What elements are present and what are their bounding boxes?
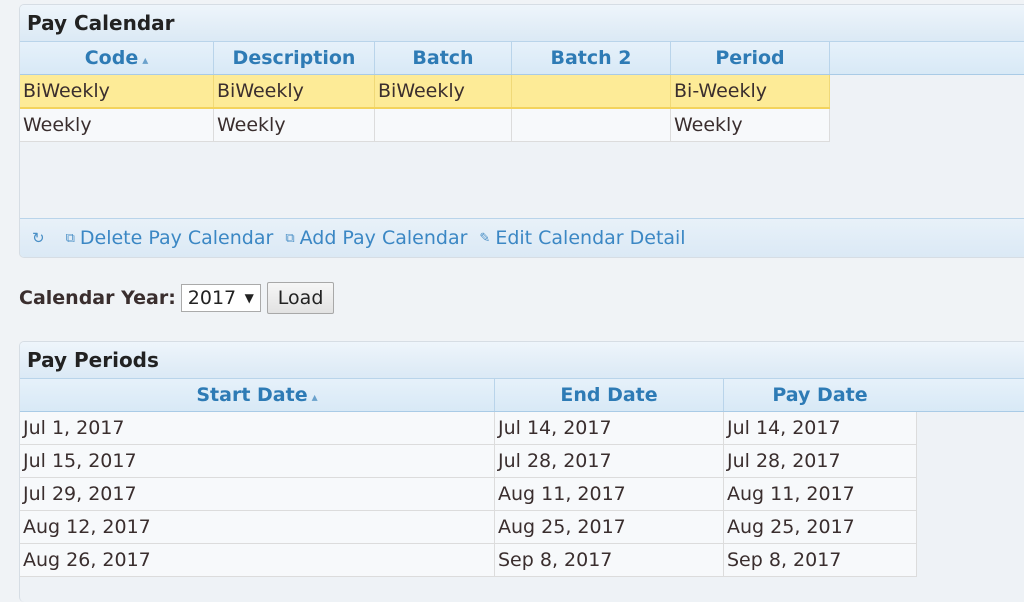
load-button[interactable]: Load xyxy=(266,282,335,314)
table-row[interactable]: Jul 1, 2017 Jul 14, 2017 Jul 14, 2017 xyxy=(20,411,917,445)
cell-end-date: Aug 25, 2017 xyxy=(494,510,724,544)
cell-description: Weekly xyxy=(213,108,375,142)
cell-start-date: Jul 15, 2017 xyxy=(20,444,495,478)
pay-calendar-panel: Pay Calendar Code ▴︎ Description Batch Ba… xyxy=(19,4,1024,258)
cell-period: Weekly xyxy=(670,108,830,142)
column-header-description[interactable]: Description xyxy=(213,42,375,75)
column-header-end-date[interactable]: End Date xyxy=(494,379,724,412)
cell-pay-date: Sep 8, 2017 xyxy=(723,543,917,577)
pay-periods-table: Start Date ▴︎ End Date Pay Date Jul 1, 20… xyxy=(20,379,917,577)
calendar-year-row: Calendar Year: 2017 ▼ Load xyxy=(19,282,335,314)
table-row[interactable]: Weekly Weekly Weekly xyxy=(20,108,830,142)
column-header-start-date[interactable]: Start Date ▴︎ xyxy=(20,379,495,412)
sort-icon[interactable]: ▴︎ xyxy=(142,53,148,67)
sort-icon[interactable]: ▴︎ xyxy=(312,390,318,404)
pencil-icon: ✎ xyxy=(479,230,491,246)
cell-pay-date: Aug 11, 2017 xyxy=(723,477,917,511)
cell-start-date: Aug 12, 2017 xyxy=(20,510,495,544)
cell-period: Bi-Weekly xyxy=(670,74,830,109)
delete-pay-calendar-button[interactable]: ⧉ Delete Pay Calendar xyxy=(66,227,274,249)
pay-calendar-table: Code ▴︎ Description Batch Batch 2 Period … xyxy=(20,42,830,142)
cell-pay-date: Jul 14, 2017 xyxy=(723,411,917,445)
column-header-period[interactable]: Period xyxy=(670,42,830,75)
pay-calendar-title: Pay Calendar xyxy=(20,5,1024,42)
header-filler xyxy=(916,379,1024,412)
cell-end-date: Sep 8, 2017 xyxy=(494,543,724,577)
cell-pay-date: Jul 28, 2017 xyxy=(723,444,917,478)
cell-batch xyxy=(374,108,512,142)
column-header-batch[interactable]: Batch xyxy=(374,42,512,75)
cell-end-date: Jul 28, 2017 xyxy=(494,444,724,478)
delete-pay-calendar-label: Delete Pay Calendar xyxy=(79,227,274,249)
edit-calendar-detail-label: Edit Calendar Detail xyxy=(495,227,686,249)
table-row[interactable]: Jul 15, 2017 Jul 28, 2017 Jul 28, 2017 xyxy=(20,444,917,478)
cell-batch: BiWeekly xyxy=(374,74,512,109)
pay-periods-panel: Pay Periods Start Date ▴︎ End Date Pay Da… xyxy=(19,341,1024,602)
cell-end-date: Jul 14, 2017 xyxy=(494,411,724,445)
calendar-year-select[interactable]: 2017 ▼ xyxy=(180,284,261,312)
table-row[interactable]: Aug 12, 2017 Aug 25, 2017 Aug 25, 2017 xyxy=(20,510,917,544)
column-header-batch-2[interactable]: Batch 2 xyxy=(511,42,671,75)
cell-start-date: Aug 26, 2017 xyxy=(20,543,495,577)
cell-batch-2 xyxy=(511,74,671,109)
cell-code: Weekly xyxy=(20,108,214,142)
pay-periods-title: Pay Periods xyxy=(20,342,1024,379)
add-pay-calendar-label: Add Pay Calendar xyxy=(299,227,468,249)
refresh-button[interactable]: ↻ xyxy=(32,229,50,247)
new-window-icon: ⧉ xyxy=(285,230,295,246)
edit-calendar-detail-button[interactable]: ✎ Edit Calendar Detail xyxy=(479,227,685,249)
pay-calendar-toolbar: ↻ ⧉ Delete Pay Calendar ⧉ Add Pay Calend… xyxy=(20,218,1024,257)
calendar-year-value: 2017 xyxy=(187,287,237,309)
column-header-code[interactable]: Code ▴︎ xyxy=(20,42,214,75)
table-row[interactable]: Aug 26, 2017 Sep 8, 2017 Sep 8, 2017 xyxy=(20,543,917,577)
add-pay-calendar-button[interactable]: ⧉ Add Pay Calendar xyxy=(285,227,467,249)
table-row[interactable]: Jul 29, 2017 Aug 11, 2017 Aug 11, 2017 xyxy=(20,477,917,511)
cell-pay-date: Aug 25, 2017 xyxy=(723,510,917,544)
table-row[interactable]: BiWeekly BiWeekly BiWeekly Bi-Weekly xyxy=(20,74,830,109)
cell-end-date: Aug 11, 2017 xyxy=(494,477,724,511)
refresh-icon: ↻ xyxy=(32,229,45,247)
cell-start-date: Jul 29, 2017 xyxy=(20,477,495,511)
header-filler xyxy=(830,42,1024,75)
new-window-icon: ⧉ xyxy=(65,230,75,246)
column-header-pay-date[interactable]: Pay Date xyxy=(723,379,917,412)
cell-batch-2 xyxy=(511,108,671,142)
cell-description: BiWeekly xyxy=(213,74,375,109)
cell-code: BiWeekly xyxy=(20,74,214,109)
calendar-year-label: Calendar Year: xyxy=(19,287,176,309)
cell-start-date: Jul 1, 2017 xyxy=(20,411,495,445)
dropdown-arrow-icon: ▼ xyxy=(244,291,254,305)
